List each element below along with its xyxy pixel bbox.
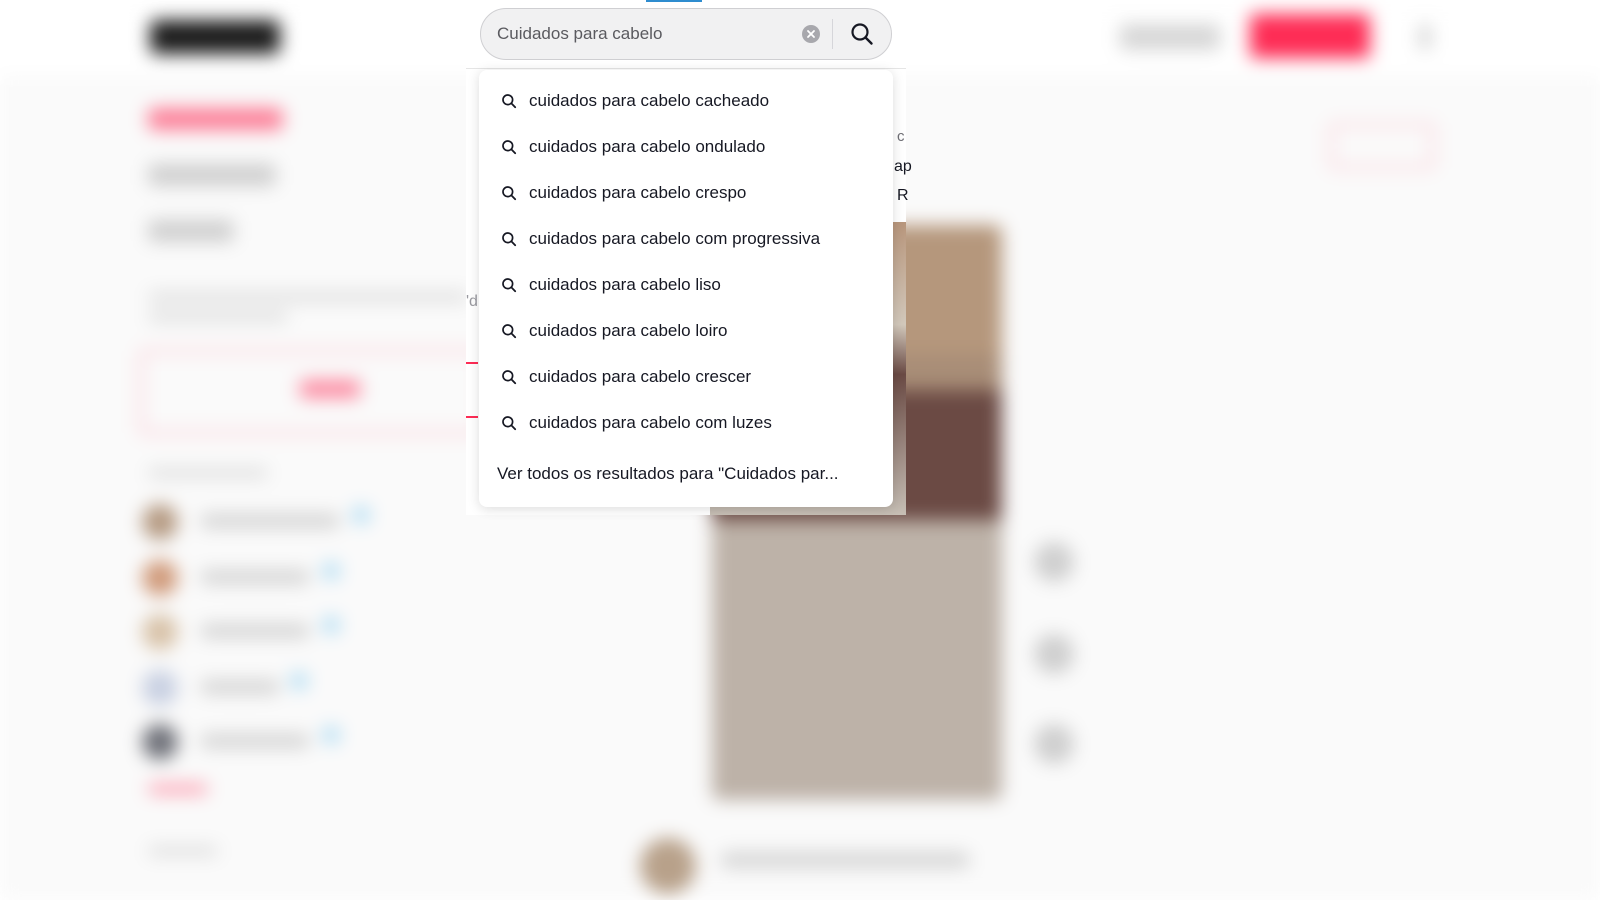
sidebar-item-live [148, 220, 234, 242]
search-icon [502, 416, 517, 431]
suggestion-label: cuidados para cabelo crescer [529, 367, 752, 386]
partial-text: R [897, 187, 909, 204]
suggestion-item[interactable]: cuidados para cabelo crescer [479, 354, 893, 400]
signup-button [1250, 14, 1370, 58]
sidebar-login-label [300, 380, 360, 398]
video-frame-bottom [712, 520, 1002, 800]
logo [150, 20, 280, 54]
share-icon [1034, 724, 1074, 764]
account-avatar [142, 670, 178, 706]
suggestion-item[interactable]: cuidados para cabelo crespo [479, 170, 893, 216]
search-input[interactable] [481, 9, 802, 59]
comment-icon [1034, 634, 1074, 674]
suggestion-label: cuidados para cabelo com progressiva [529, 229, 821, 248]
sidebar-login-prompt-line [148, 312, 288, 322]
suggested-accounts-heading [148, 468, 268, 478]
search-icon [502, 278, 517, 293]
clear-circle-icon[interactable] [802, 25, 820, 43]
verified-badge-icon [290, 672, 308, 690]
suggestion-item[interactable]: cuidados para cabelo cacheado [479, 78, 893, 124]
account-name [200, 570, 310, 584]
suggestion-item[interactable]: cuidados para cabelo liso [479, 262, 893, 308]
see-all-accounts [148, 784, 208, 794]
next-post-avatar [640, 838, 696, 894]
red-tick-mark [466, 416, 478, 418]
search-icon [851, 23, 873, 45]
suggestion-label: cuidados para cabelo loiro [529, 321, 728, 340]
suggestion-item[interactable]: cuidados para cabelo com progressiva [479, 216, 893, 262]
verified-badge-icon [322, 616, 340, 634]
account-name [200, 514, 340, 528]
partial-text: c [897, 128, 905, 145]
header-divider [466, 68, 906, 69]
search-icon [502, 370, 517, 385]
suggestion-label: cuidados para cabelo ondulado [529, 137, 766, 156]
suggestion-item[interactable]: cuidados para cabelo com luzes [479, 400, 893, 446]
search-icon [502, 324, 517, 339]
account-avatar [142, 724, 178, 760]
search-button[interactable] [833, 9, 891, 59]
partial-text: 'd [466, 293, 478, 310]
sidebar-item-for-you [148, 108, 283, 130]
account-name [200, 680, 280, 694]
sidebar-item-following [148, 164, 276, 186]
account-avatar [142, 560, 178, 596]
close-icon [807, 30, 815, 38]
suggestion-label: cuidados para cabelo com luzes [529, 413, 772, 432]
partial-text: ap [894, 158, 912, 175]
suggestion-list: cuidados para cabelo cacheado cuidados pa… [479, 70, 893, 446]
tab-indicator [646, 0, 702, 2]
red-tick-mark [466, 362, 478, 364]
suggestion-label: cuidados para cabelo cacheado [529, 91, 770, 110]
see-all-results-link[interactable]: Ver todos os resultados para "Cuidados p… [497, 464, 839, 484]
like-icon [1034, 542, 1074, 582]
suggestion-label: cuidados para cabelo liso [529, 275, 721, 294]
account-avatar [142, 614, 178, 650]
search-suggestions-dropdown: cuidados para cabelo cacheado cuidados pa… [479, 70, 893, 507]
login-link [1120, 24, 1220, 50]
search-icon [502, 186, 517, 201]
account-avatar [142, 504, 178, 540]
account-name [200, 624, 310, 638]
follow-button [1330, 124, 1434, 168]
verified-badge-icon [322, 726, 340, 744]
verified-badge-icon [322, 562, 340, 580]
page: c ap R 'd cuidados para cabelo cacheadoc… [0, 0, 1600, 900]
suggestion-item[interactable]: cuidados para cabelo loiro [479, 308, 893, 354]
account-name [200, 734, 310, 748]
search-icon [502, 94, 517, 109]
sidebar-login-prompt [148, 292, 468, 302]
suggestion-item[interactable]: cuidados para cabelo ondulado [479, 124, 893, 170]
sidebar-footer-text [148, 846, 218, 856]
search-bar [480, 8, 892, 60]
search-icon [502, 232, 517, 247]
suggestion-label: cuidados para cabelo crespo [529, 183, 747, 202]
next-post-username [720, 852, 970, 868]
search-icon [502, 140, 517, 155]
verified-badge-icon [352, 506, 370, 524]
more-options-icon [1420, 24, 1430, 50]
